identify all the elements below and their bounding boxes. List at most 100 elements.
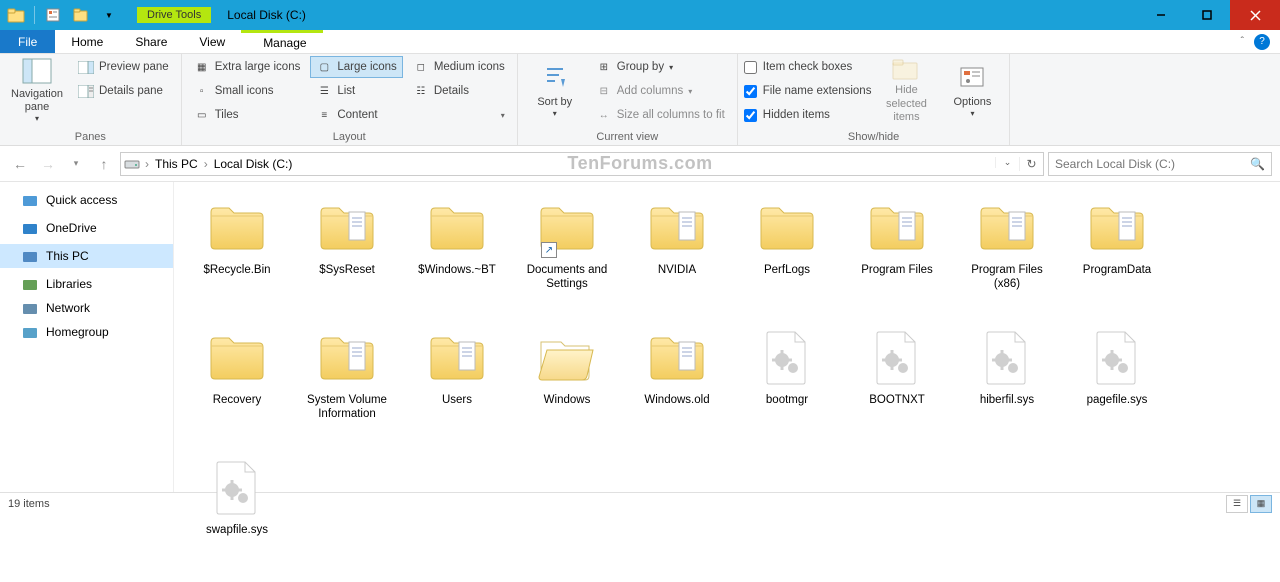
file-name-extensions-toggle[interactable]: File name extensions [744, 80, 872, 102]
sidebar-item-label: OneDrive [46, 221, 97, 235]
file-item[interactable]: Program Files (x86) [952, 192, 1062, 322]
sidebar-item-label: This PC [46, 249, 89, 263]
new-folder-icon[interactable] [71, 5, 91, 25]
sidebar-item-this-pc[interactable]: This PC [0, 244, 173, 268]
item-check-boxes-toggle[interactable]: Item check boxes [744, 56, 872, 78]
minimize-button[interactable] [1138, 0, 1184, 30]
collapse-ribbon-icon[interactable]: ˆ [1241, 36, 1244, 47]
group-by-button[interactable]: ⊞Group by ▾ [590, 56, 731, 78]
small-icons-button[interactable]: ▫Small icons [188, 80, 307, 102]
file-item-label: Windows [544, 394, 591, 408]
sidebar-item-libraries[interactable]: Libraries [0, 272, 173, 296]
tab-manage[interactable]: Manage [247, 36, 322, 50]
file-item[interactable]: pagefile.sys [1062, 322, 1172, 452]
file-item[interactable]: Windows [512, 322, 622, 452]
file-item[interactable]: Recovery [182, 322, 292, 452]
file-item[interactable]: ProgramData [1062, 192, 1172, 322]
file-item[interactable]: Users [402, 322, 512, 452]
file-item[interactable]: $SysReset [292, 192, 402, 322]
ribbon: Navigation pane▾ Preview pane Details pa… [0, 54, 1280, 146]
recent-locations-button[interactable]: ▾ [64, 152, 88, 176]
sidebar-item-network[interactable]: Network [0, 296, 173, 320]
file-item[interactable]: PerfLogs [732, 192, 842, 322]
file-item-label: Documents and Settings [517, 264, 617, 292]
size-columns-button[interactable]: ↔Size all columns to fit [590, 104, 731, 126]
address-bar[interactable]: › This PC › Local Disk (C:) ⌄ ↻ [120, 152, 1044, 176]
file-view[interactable]: $Recycle.Bin $SysReset$Windows.~BT↗Docume… [174, 182, 1280, 492]
large-icons-view-toggle[interactable]: ▦ [1250, 495, 1272, 513]
file-item[interactable]: ↗Documents and Settings [512, 192, 622, 322]
details-pane-button[interactable]: Details pane [72, 80, 175, 102]
breadcrumb-child[interactable]: Local Disk (C:) [210, 157, 297, 171]
group-label-panes: Panes [6, 129, 175, 145]
forward-button[interactable]: → [36, 152, 60, 176]
file-item-label: ProgramData [1083, 264, 1151, 278]
sidebar-item-quick-access[interactable]: Quick access [0, 188, 173, 212]
folder-icon [425, 326, 489, 390]
folder-icon [205, 196, 269, 260]
extra-large-icons-button[interactable]: ▦Extra large icons [188, 56, 307, 78]
up-button[interactable]: ↑ [92, 152, 116, 176]
hidden-items-toggle[interactable]: Hidden items [744, 104, 872, 126]
details-view-button[interactable]: ☷Details [407, 80, 511, 102]
refresh-button[interactable]: ↻ [1019, 157, 1043, 171]
close-button[interactable] [1230, 0, 1280, 30]
navigation-pane-button[interactable]: Navigation pane▾ [6, 56, 68, 124]
add-columns-button[interactable]: ⊟Add columns ▾ [590, 80, 731, 102]
options-button[interactable]: Options▾ [941, 56, 1003, 124]
explorer-icon [6, 5, 26, 25]
back-button[interactable]: ← [8, 152, 32, 176]
sidebar-item-label: Homegroup [46, 325, 109, 339]
sidebar-item-homegroup[interactable]: Homegroup [0, 320, 173, 344]
search-box[interactable]: 🔍 [1048, 152, 1272, 176]
help-icon[interactable]: ? [1254, 34, 1270, 50]
file-item[interactable]: hiberfil.sys [952, 322, 1062, 452]
address-dropdown-icon[interactable]: ⌄ [995, 157, 1019, 168]
breadcrumb-root[interactable]: This PC [151, 157, 202, 171]
search-input[interactable] [1055, 157, 1244, 171]
folder-icon [645, 196, 709, 260]
sidebar-item-label: Quick access [46, 193, 117, 207]
hide-selected-button[interactable]: Hide selected items [875, 56, 937, 124]
file-item-label: BOOTNXT [869, 394, 925, 408]
sidebar-icon [22, 248, 38, 264]
medium-icons-button[interactable]: ◻Medium icons [407, 56, 511, 78]
maximize-button[interactable] [1184, 0, 1230, 30]
file-item[interactable]: $Recycle.Bin [182, 192, 292, 322]
sidebar-icon [22, 300, 38, 316]
file-item-label: pagefile.sys [1087, 394, 1148, 408]
system-file-icon [205, 456, 269, 520]
list-button[interactable]: ☰List [310, 80, 402, 102]
layout-more-button[interactable]: ▾ [407, 104, 511, 126]
file-item[interactable]: System Volume Information [292, 322, 402, 452]
file-item-label: $Recycle.Bin [203, 264, 270, 278]
file-item[interactable]: bootmgr [732, 322, 842, 452]
file-item[interactable]: NVIDIA [622, 192, 732, 322]
large-icons-button[interactable]: ▢Large icons [310, 56, 402, 78]
file-item[interactable]: BOOTNXT [842, 322, 952, 452]
folder-icon [205, 326, 269, 390]
tab-home[interactable]: Home [55, 30, 119, 53]
navigation-pane: Quick access OneDrive This PC LibrariesNetw… [0, 182, 174, 492]
qat-dropdown-icon[interactable]: ▼ [99, 5, 119, 25]
file-item-label: PerfLogs [764, 264, 810, 278]
tab-share[interactable]: Share [119, 30, 183, 53]
properties-icon[interactable] [43, 5, 63, 25]
tiles-button[interactable]: ▭Tiles [188, 104, 307, 126]
tab-file[interactable]: File [0, 30, 55, 53]
preview-pane-button[interactable]: Preview pane [72, 56, 175, 78]
tab-view[interactable]: View [183, 30, 241, 53]
sidebar-item-onedrive[interactable]: OneDrive [0, 216, 173, 240]
sort-by-button[interactable]: Sort by▾ [524, 56, 586, 124]
file-item[interactable]: Windows.old [622, 322, 732, 452]
ribbon-group-current-view: Sort by▾ ⊞Group by ▾ ⊟Add columns ▾ ↔Siz… [518, 54, 738, 145]
details-view-toggle[interactable]: ☰ [1226, 495, 1248, 513]
file-item[interactable]: swapfile.sys [182, 452, 292, 582]
folder-icon [315, 196, 379, 260]
content-button[interactable]: ≡Content [310, 104, 402, 126]
folder-icon [755, 196, 819, 260]
window-title: Local Disk (C:) [227, 8, 306, 22]
file-item[interactable]: $Windows.~BT [402, 192, 512, 322]
main-area: Quick access OneDrive This PC LibrariesNetw… [0, 182, 1280, 492]
file-item[interactable]: Program Files [842, 192, 952, 322]
